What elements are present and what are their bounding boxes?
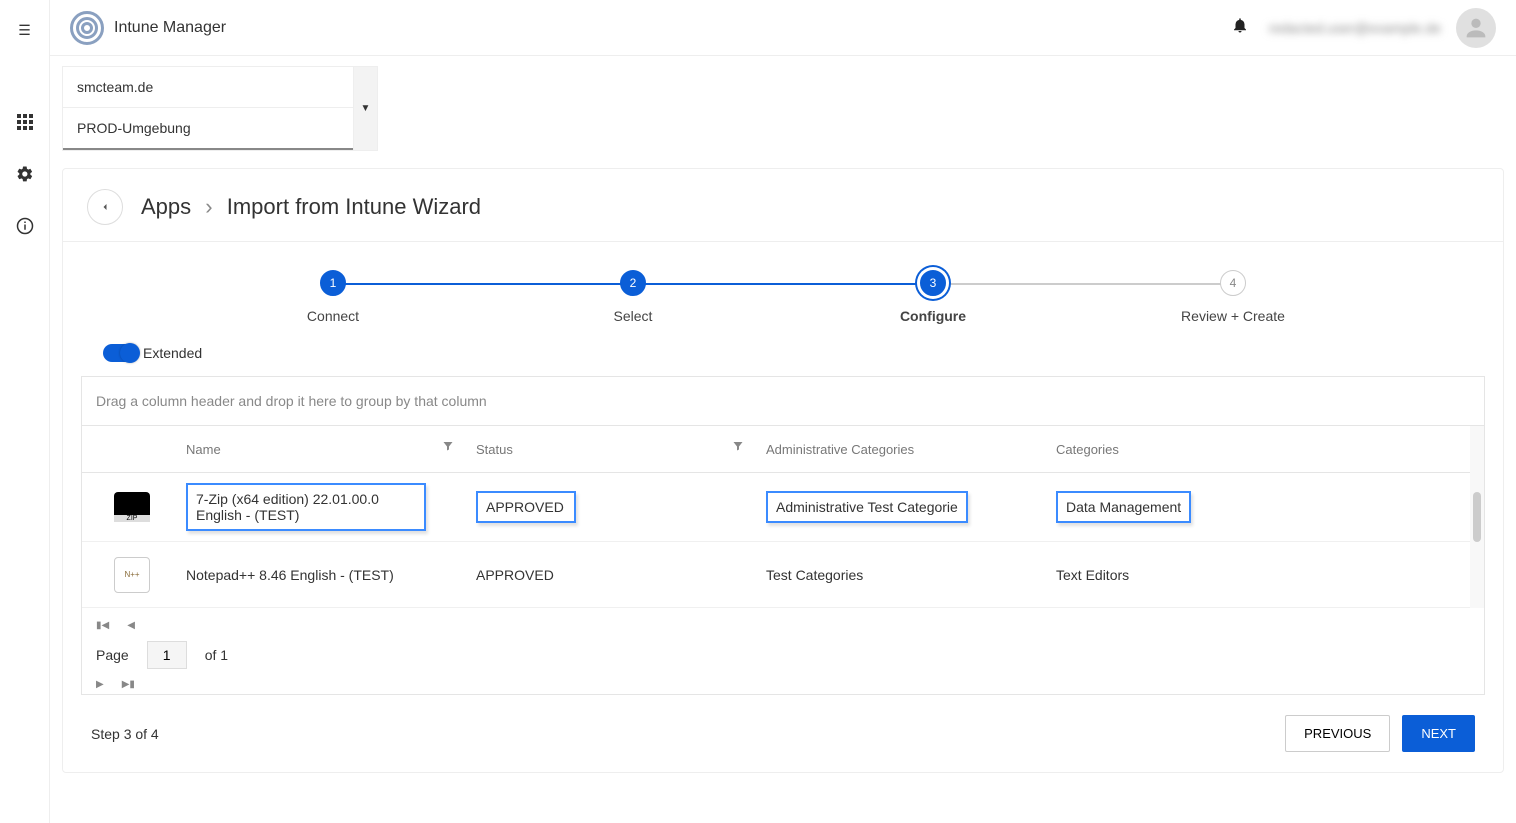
pager-prev-icon[interactable]: ◀ — [127, 620, 135, 631]
notepadpp-app-icon: N++ — [114, 557, 150, 593]
next-button[interactable]: NEXT — [1402, 715, 1475, 752]
top-bar: Intune Manager redacted.user@example.de — [50, 0, 1516, 56]
pager-page-input[interactable] — [147, 641, 187, 669]
table-row[interactable]: 7-Zip (x64 edition) 22.01.00.0 English -… — [82, 473, 1470, 542]
column-name[interactable]: Name — [182, 426, 472, 472]
column-admin-categories[interactable]: Administrative Categories — [762, 426, 1052, 472]
user-email: redacted.user@example.de — [1269, 20, 1441, 36]
breadcrumb-page: Import from Intune Wizard — [227, 194, 481, 219]
grid-vertical-scrollbar[interactable] — [1470, 426, 1484, 608]
admin-categories-cell-input[interactable]: Administrative Test Categorie — [766, 491, 968, 523]
tenant-row[interactable]: smcteam.de — [63, 67, 353, 108]
step-indicator: Step 3 of 4 — [91, 726, 159, 742]
group-by-hint[interactable]: Drag a column header and drop it here to… — [82, 377, 1484, 426]
hamburger-icon[interactable]: ☰ — [5, 10, 45, 50]
previous-button[interactable]: PREVIOUS — [1285, 715, 1390, 752]
scroll-thumb[interactable] — [1473, 492, 1481, 542]
wizard-stepper: 1 Connect 2 Select 3 Configure 4 Review … — [63, 242, 1503, 334]
wizard-card: Apps › Import from Intune Wizard 1 Conne… — [62, 168, 1504, 773]
environment-row[interactable]: PROD-Umgebung — [63, 108, 353, 150]
7zip-app-icon — [114, 492, 150, 522]
breadcrumb-root[interactable]: Apps — [141, 194, 191, 219]
breadcrumb: Apps › Import from Intune Wizard — [141, 194, 481, 220]
step-configure[interactable]: 3 Configure — [783, 270, 1083, 324]
filter-icon[interactable] — [442, 440, 454, 455]
extended-toggle-label: Extended — [143, 345, 202, 361]
pager-page-label: Page — [96, 647, 129, 663]
table-row[interactable]: N++ Notepad++ 8.46 English - (TEST) APPR… — [82, 542, 1470, 608]
name-cell-input[interactable]: 7-Zip (x64 edition) 22.01.00.0 English -… — [186, 483, 426, 531]
pager-first-icon[interactable]: ▮◀ — [96, 620, 109, 631]
chevron-right-icon: › — [205, 194, 212, 219]
app-title: Intune Manager — [114, 19, 226, 37]
filter-icon[interactable] — [732, 440, 744, 455]
status-cell-input[interactable]: APPROVED — [476, 491, 576, 523]
info-icon[interactable] — [5, 206, 45, 246]
step-connect[interactable]: 1 Connect — [183, 270, 483, 324]
apps-grid-icon[interactable] — [5, 102, 45, 142]
admin-categories-cell[interactable]: Test Categories — [762, 557, 1052, 593]
settings-gear-icon[interactable] — [5, 154, 45, 194]
tenant-environment-selector[interactable]: smcteam.de PROD-Umgebung ▼ — [62, 66, 378, 151]
grid-header: Name Status Adminis — [82, 426, 1470, 473]
extended-toggle[interactable] — [103, 344, 139, 362]
app-logo-icon — [70, 11, 104, 45]
categories-cell-input[interactable]: Data Management — [1056, 491, 1191, 523]
status-cell[interactable]: APPROVED — [472, 557, 762, 593]
column-categories[interactable]: Categories — [1052, 426, 1342, 472]
categories-cell[interactable]: Text Editors — [1052, 557, 1342, 593]
column-status[interactable]: Status — [472, 426, 762, 472]
apps-grid: Drag a column header and drop it here to… — [81, 376, 1485, 695]
user-avatar-icon[interactable] — [1456, 8, 1496, 48]
name-cell[interactable]: Notepad++ 8.46 English - (TEST) — [182, 557, 472, 593]
notifications-bell-icon[interactable] — [1231, 16, 1249, 39]
pager-next-icon[interactable]: ▶ — [96, 679, 104, 690]
step-review-create[interactable]: 4 Review + Create — [1083, 270, 1383, 324]
selector-caret-icon[interactable]: ▼ — [353, 67, 377, 150]
side-nav: ☰ — [0, 0, 50, 823]
step-select[interactable]: 2 Select — [483, 270, 783, 324]
pager-last-icon[interactable]: ▶▮ — [122, 679, 135, 690]
back-button[interactable] — [87, 189, 123, 225]
grid-pager: ▮◀ ◀ Page of 1 ▶ ▶▮ — [82, 608, 1484, 694]
